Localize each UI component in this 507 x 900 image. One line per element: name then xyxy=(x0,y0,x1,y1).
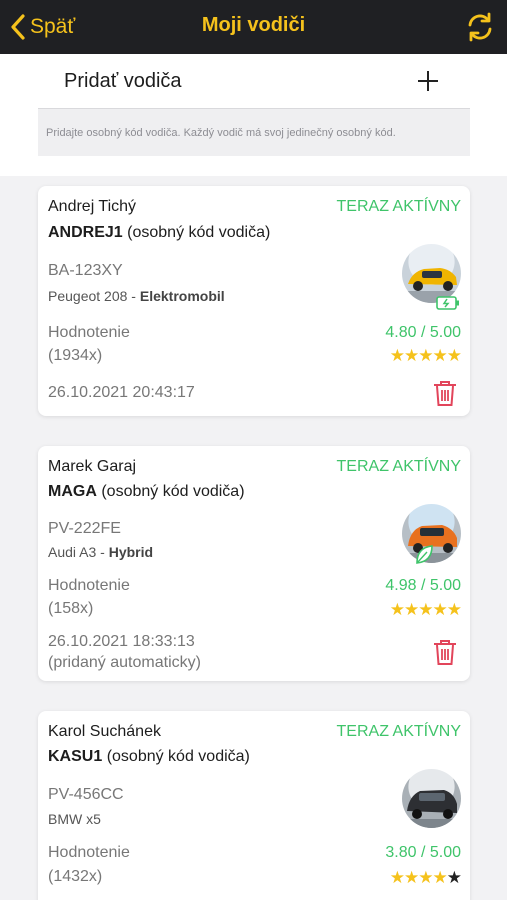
add-driver-row[interactable]: Pridať vodiča xyxy=(38,54,470,108)
added-note: (pridaný automaticky) xyxy=(48,654,201,671)
add-driver-label: Pridať vodiča xyxy=(64,70,182,92)
rating-score: 4.98 / 5.00 xyxy=(385,577,461,594)
rating-score: 4.80 / 5.00 xyxy=(385,324,461,341)
license-plate: PV-222FE xyxy=(48,520,121,537)
rating-stars: ★★★★★ xyxy=(389,600,462,619)
driver-name: Karol Suchánek xyxy=(48,723,161,740)
license-plate: PV-456CC xyxy=(48,786,124,803)
car-type: Elektromobil xyxy=(139,288,225,304)
car-photo xyxy=(402,244,461,303)
trash-icon[interactable] xyxy=(432,379,458,407)
rating-stars-empty: ★ xyxy=(446,868,462,887)
car-model: BMW x5 xyxy=(48,811,101,827)
car-model-name: Audi A3 - xyxy=(48,544,109,560)
driver-card[interactable]: Marek Garaj TERAZ AKTÍVNY MAGA (osobný k… xyxy=(38,446,470,681)
rating-score: 3.80 / 5.00 xyxy=(385,844,461,861)
rating-stars: ★★★★★ xyxy=(389,868,462,888)
rating-label: Hodnotenie xyxy=(48,577,130,594)
driver-code-value: ANDREJ1 xyxy=(48,224,123,241)
top-bar: Späť Moji vodiči xyxy=(0,0,507,54)
driver-code-value: MAGA xyxy=(48,483,97,500)
driver-name: Andrej Tichý xyxy=(48,198,137,215)
status-badge: TERAZ AKTÍVNY xyxy=(336,198,461,215)
refresh-icon[interactable] xyxy=(465,12,495,42)
add-driver-hint-box: Pridajte osobný kód vodiča. Každý vodič … xyxy=(38,108,470,156)
trash-icon[interactable] xyxy=(432,638,458,666)
rating-stars: ★★★★★ xyxy=(389,346,462,365)
driver-code-value: KASU1 xyxy=(48,748,103,765)
leaf-icon xyxy=(416,545,433,564)
rating-label: Hodnotenie xyxy=(48,844,130,861)
plus-icon[interactable] xyxy=(416,69,440,93)
rating-stars-filled: ★★★★ xyxy=(389,868,448,887)
rating-count: (158x) xyxy=(48,600,94,617)
license-plate: BA-123XY xyxy=(48,262,123,279)
added-date: 26.10.2021 18:33:13 xyxy=(48,633,195,650)
added-date: 26.10.2021 20:43:17 xyxy=(48,384,195,401)
driver-code-suffix: (osobný kód vodiča) xyxy=(106,748,250,765)
driver-card[interactable]: Karol Suchánek TERAZ AKTÍVNY KASU1 (osob… xyxy=(38,711,470,900)
add-driver-hint: Pridajte osobný kód vodiča. Každý vodič … xyxy=(46,127,396,139)
driver-code: ANDREJ1 (osobný kód vodiča) xyxy=(48,224,270,242)
status-badge: TERAZ AKTÍVNY xyxy=(336,458,461,475)
car-image xyxy=(402,268,461,303)
car-model: Audi A3 - Hybrid xyxy=(48,544,153,560)
battery-icon xyxy=(436,296,459,310)
driver-name: Marek Garaj xyxy=(48,458,137,475)
car-model: Peugeot 208 - Elektromobil xyxy=(48,288,225,304)
rating-count: (1934x) xyxy=(48,347,103,364)
driver-card[interactable]: Andrej Tichý TERAZ AKTÍVNY ANDREJ1 (osob… xyxy=(38,186,470,416)
car-type: Hybrid xyxy=(108,544,154,560)
rating-count: (1432x) xyxy=(48,868,103,885)
car-model-name: Peugeot 208 - xyxy=(48,288,140,304)
driver-code: KASU1 (osobný kód vodiča) xyxy=(48,748,250,766)
driver-code: MAGA (osobný kód vodiča) xyxy=(48,483,245,501)
car-image xyxy=(402,790,461,828)
rating-label: Hodnotenie xyxy=(48,324,130,341)
driver-code-suffix: (osobný kód vodiča) xyxy=(127,224,271,241)
driver-code-suffix: (osobný kód vodiča) xyxy=(101,483,245,500)
page-title: Moji vodiči xyxy=(201,14,306,36)
car-photo xyxy=(402,769,461,828)
status-badge: TERAZ AKTÍVNY xyxy=(336,723,461,740)
